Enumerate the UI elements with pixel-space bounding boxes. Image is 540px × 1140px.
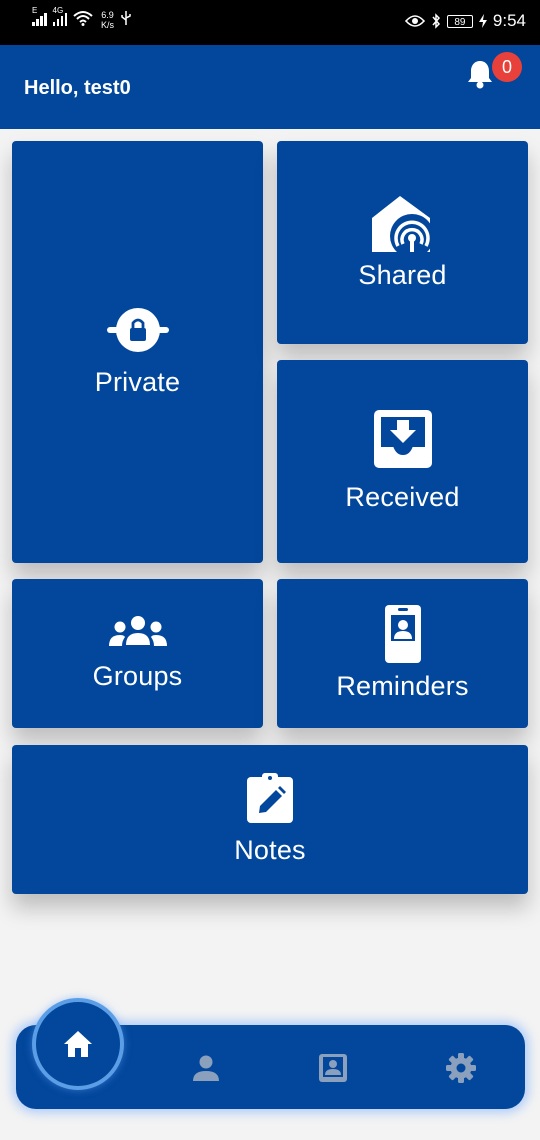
bluetooth-icon [432,13,440,29]
profile-nav-button[interactable] [190,1052,222,1084]
wifi-icon [73,11,93,26]
reminders-label: Reminders [336,671,469,701]
person-icon [193,1055,219,1081]
reminders-tile[interactable]: Reminders [277,579,528,728]
shared-label: Shared [358,260,447,290]
notes-label: Notes [234,835,306,865]
eye-icon [404,15,425,27]
usb-icon [121,11,131,25]
contact-card-icon [319,1054,347,1082]
greeting-text: Hello, test0 [24,77,131,99]
clipboard-edit-icon [247,773,293,823]
settings-nav-button[interactable] [445,1052,477,1084]
received-label: Received [345,482,460,512]
signal-icon: E [32,6,47,26]
reminder-badge-icon [384,605,421,663]
notification-badge: 0 [492,52,522,82]
home-button[interactable] [32,998,124,1090]
charging-icon [478,14,487,28]
app-header: Hello, test0 [0,45,540,129]
groups-label: Groups [92,661,183,691]
battery-icon: 89 [446,14,473,28]
signal-4g-icon: 4G [52,6,67,26]
private-tile[interactable]: Private [12,141,263,563]
status-bar: E 4G 6.9 K/s 89 9:54 [0,0,540,45]
bell-icon[interactable] [466,58,494,90]
clock: 9:54 [492,11,526,30]
contacts-nav-button[interactable] [317,1052,349,1084]
notes-tile[interactable]: Notes [12,745,528,894]
received-tile[interactable]: Received [277,360,528,563]
private-label: Private [94,366,181,397]
home-icon [64,1031,92,1057]
lock-icon [106,307,169,352]
shared-tile[interactable]: Shared [277,141,528,344]
net-speed: 6.9 K/s [101,10,115,30]
shared-home-icon [371,196,434,254]
inbox-download-icon [373,410,432,468]
groups-icon [108,616,167,646]
groups-tile[interactable]: Groups [12,579,263,728]
gear-icon [446,1053,476,1083]
